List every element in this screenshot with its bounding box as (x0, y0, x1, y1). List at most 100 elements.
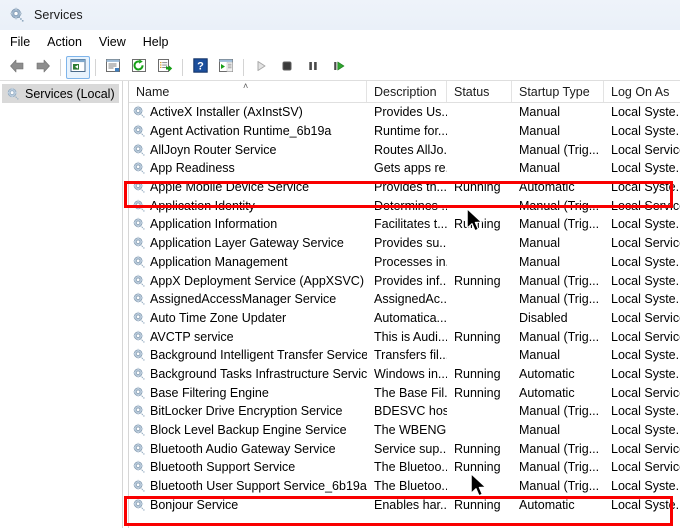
help-button[interactable]: ? (188, 56, 212, 79)
cell-log-on-as: Local Syste... (604, 217, 680, 231)
toolbar: ? (0, 54, 680, 81)
start-service-button[interactable] (249, 56, 273, 79)
cell-description: The Base Fil... (367, 386, 447, 400)
service-log-on-as-label: Local Service (611, 460, 680, 475)
show-action-pane-icon (218, 58, 234, 76)
cell-startup-type: Manual (Trig... (512, 330, 604, 344)
table-row[interactable]: Auto Time Zone Updater Automatica... Disab… (129, 309, 680, 328)
properties-button[interactable] (101, 56, 125, 79)
cell-log-on-as: Local Service (604, 199, 680, 213)
cell-startup-type: Manual (Trig... (512, 199, 604, 213)
refresh-button[interactable] (127, 56, 151, 79)
table-row[interactable]: Application Management Processes in... Man… (129, 253, 680, 272)
cell-startup-type: Manual (512, 255, 604, 269)
service-name-label: AllJoyn Router Service (150, 142, 277, 157)
service-name-label: Application Information (150, 217, 278, 232)
service-log-on-as-label: Local Service (611, 236, 680, 251)
tree-node-label: Services (Local) (25, 86, 115, 101)
service-description-label: This is Audi... (374, 329, 447, 344)
table-row[interactable]: Background Intelligent Transfer Service T… (129, 346, 680, 365)
forward-arrow-button[interactable] (31, 56, 55, 79)
service-log-on-as-label: Local Syste... (611, 105, 680, 120)
service-status-label: Running (454, 441, 501, 456)
table-row[interactable]: Application Layer Gateway Service Provide… (129, 234, 680, 253)
column-header-name[interactable]: Name ˄ (129, 81, 367, 102)
table-row[interactable]: Agent Activation Runtime_6b19a Runtime fo… (129, 122, 680, 141)
pause-service-button[interactable] (301, 56, 325, 79)
service-description-label: The Bluetoo... (374, 460, 447, 475)
table-row[interactable]: BitLocker Drive Encryption Service BDESVC… (129, 402, 680, 421)
cell-startup-type: Manual (Trig... (512, 274, 604, 288)
menu-view[interactable]: View (99, 33, 135, 51)
cell-status: Running (447, 367, 512, 381)
cell-log-on-as: Local Service (604, 236, 680, 250)
service-description-label: Service sup... (374, 441, 447, 456)
menu-action[interactable]: Action (47, 33, 91, 51)
service-log-on-as-label: Local Syste... (611, 273, 680, 288)
cell-name: AVCTP service (129, 330, 367, 344)
cell-log-on-as: Local Syste... (604, 498, 680, 512)
cell-startup-type: Manual (Trig... (512, 404, 604, 418)
cell-log-on-as: Local Service (604, 311, 680, 325)
table-row[interactable]: Background Tasks Infrastructure Service W… (129, 365, 680, 384)
cell-description: Routes AllJo... (367, 143, 447, 157)
show-action-pane-button[interactable] (214, 56, 238, 79)
table-row[interactable]: Bluetooth Audio Gateway Service Service s… (129, 439, 680, 458)
export-list-button[interactable] (153, 56, 177, 79)
cell-startup-type: Automatic (512, 180, 604, 194)
table-row[interactable]: Apple Mobile Device Service Provides th..… (129, 178, 680, 197)
cell-status: Running (447, 217, 512, 231)
service-startup-type-label: Manual (Trig... (519, 217, 600, 232)
stop-service-button[interactable] (275, 56, 299, 79)
table-row[interactable]: AppX Deployment Service (AppXSVC) Provide… (129, 271, 680, 290)
table-row[interactable]: Bonjour Service Enables har... Running Auto… (129, 495, 680, 514)
table-row[interactable]: AllJoyn Router Service Routes AllJo... Man… (129, 140, 680, 159)
column-header-status[interactable]: Status (447, 81, 512, 102)
table-row[interactable]: App Readiness Gets apps re... Manual Local … (129, 159, 680, 178)
cell-status: Running (447, 386, 512, 400)
table-row[interactable]: ActiveX Installer (AxInstSV) Provides Us.… (129, 103, 680, 122)
table-row[interactable]: Application Information Facilitates t... R… (129, 215, 680, 234)
services-window: Services File Action View Help ? Service… (0, 0, 680, 528)
service-gear-icon (132, 180, 146, 194)
service-startup-type-label: Manual (519, 124, 560, 139)
back-arrow-button[interactable] (5, 56, 29, 79)
column-header-log-on-as[interactable]: Log On As (604, 81, 680, 102)
cell-status: Running (447, 180, 512, 194)
table-row[interactable]: AVCTP service This is Audi... Running Manua… (129, 327, 680, 346)
service-gear-icon (132, 442, 146, 456)
cell-name: Background Intelligent Transfer Service (129, 348, 367, 362)
cell-status: Running (447, 460, 512, 474)
menu-file[interactable]: File (10, 33, 39, 51)
pane-splitter[interactable] (122, 81, 129, 528)
cell-startup-type: Manual (512, 161, 604, 175)
cell-log-on-as: Local Syste... (604, 348, 680, 362)
cell-startup-type: Manual (512, 124, 604, 138)
service-name-label: Apple Mobile Device Service (150, 180, 310, 195)
restart-service-button[interactable] (327, 56, 351, 79)
service-log-on-as-label: Local Syste... (611, 254, 680, 269)
cell-startup-type: Manual (Trig... (512, 217, 604, 231)
cell-log-on-as: Local Syste... (604, 479, 680, 493)
column-header-description[interactable]: Description (367, 81, 447, 102)
service-log-on-as-label: Local Service (611, 329, 680, 344)
tree-node-services-local[interactable]: Services (Local) (2, 84, 119, 103)
table-row[interactable]: Bluetooth User Support Service_6b19a The … (129, 477, 680, 496)
table-row[interactable]: Bluetooth Support Service The Bluetoo... R… (129, 458, 680, 477)
cell-description: Facilitates t... (367, 217, 447, 231)
table-row[interactable]: Base Filtering Engine The Base Fil... Runn… (129, 383, 680, 402)
service-startup-type-label: Manual (Trig... (519, 460, 600, 475)
cell-name: Application Layer Gateway Service (129, 236, 367, 250)
cell-description: Transfers fil... (367, 348, 447, 362)
show-hide-console-tree-button[interactable] (66, 55, 90, 79)
service-startup-type-label: Manual (519, 348, 560, 363)
cell-description: Determines ... (367, 199, 447, 213)
table-row[interactable]: Block Level Backup Engine Service The WBE… (129, 421, 680, 440)
table-row[interactable]: AssignedAccessManager Service AssignedAc.… (129, 290, 680, 309)
table-row[interactable]: Application Identity Determines ... Manual… (129, 196, 680, 215)
cell-description: Provides su... (367, 236, 447, 250)
service-status-label: Running (454, 273, 501, 288)
menu-help[interactable]: Help (143, 33, 178, 51)
service-log-on-as-label: Local Syste... (611, 217, 680, 232)
column-header-startup-type[interactable]: Startup Type (512, 81, 604, 102)
